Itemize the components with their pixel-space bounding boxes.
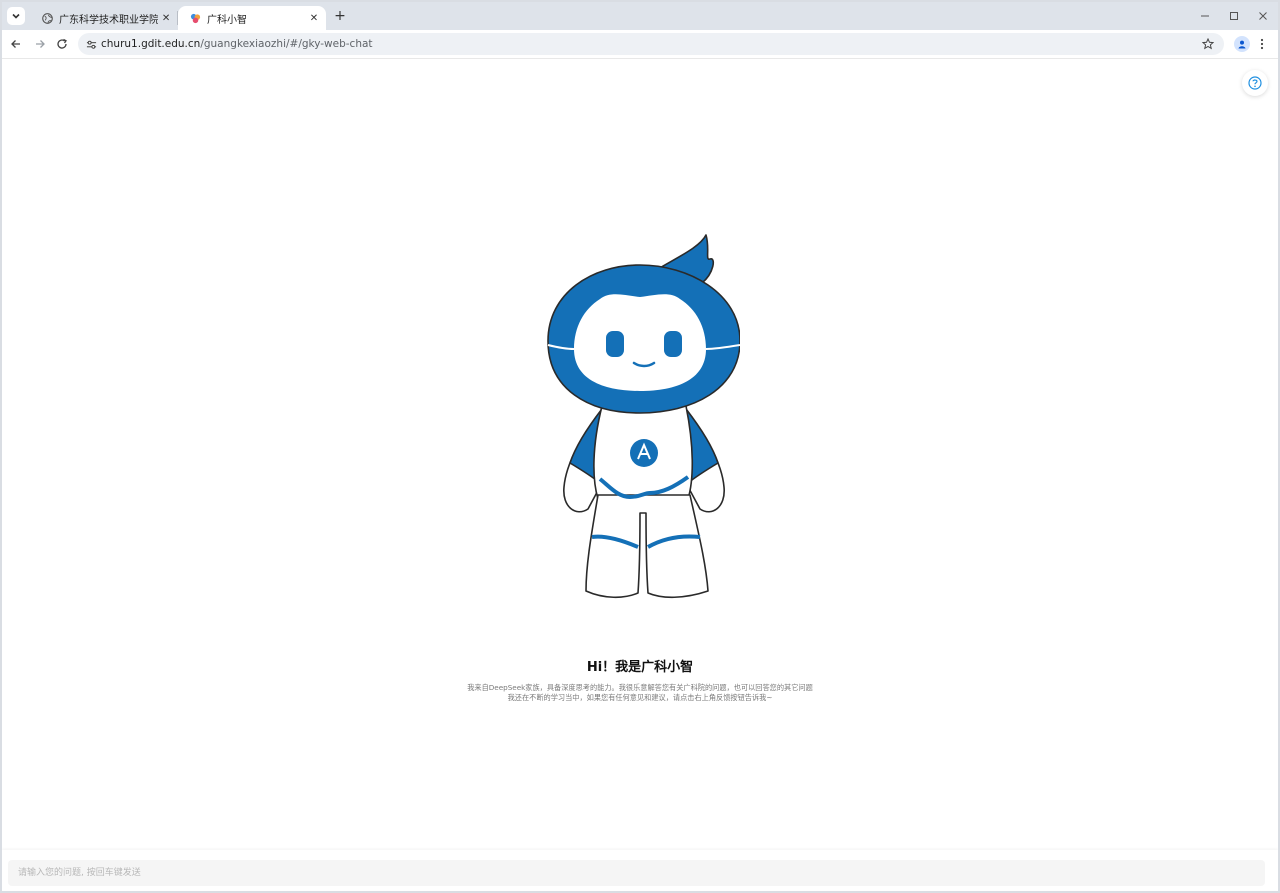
help-feedback-button[interactable]	[1242, 70, 1268, 96]
tab-search-button[interactable]	[7, 7, 25, 25]
mascot-robot-illustration	[547, 234, 740, 599]
browser-menu-icon[interactable]	[1256, 36, 1268, 52]
app-logo-icon	[190, 13, 201, 24]
tab-strip: 广东科学技术职业学院 ✕ 广科小智 ✕ +	[2, 2, 1278, 30]
minimize-icon[interactable]	[1196, 8, 1214, 24]
chat-page: Hi！我是广科小智 我来自DeepSeek家族，具备深度思考的能力。我很乐意解答…	[2, 59, 1278, 891]
profile-avatar-icon[interactable]	[1234, 36, 1250, 52]
browser-window: 广东科学技术职业学院 ✕ 广科小智 ✕ + churu1.gdit.edu.cn…	[2, 2, 1278, 891]
bookmark-star-icon[interactable]	[1200, 36, 1216, 52]
maximize-icon[interactable]	[1225, 8, 1243, 24]
globe-icon	[42, 12, 53, 24]
address-bar[interactable]: churu1.gdit.edu.cn/guangkexiaozhi/#/gky-…	[78, 33, 1224, 55]
greeting-title: Hi！我是广科小智	[586, 660, 694, 675]
tab-title: 广科小智	[207, 14, 247, 26]
back-arrow-icon[interactable]	[8, 36, 24, 52]
window-close-icon[interactable]	[1254, 8, 1272, 24]
new-tab-button[interactable]: +	[332, 8, 348, 24]
intro-line: 我来自DeepSeek家族，具备深度思考的能力。我很乐意解答您有关广科院的问题，…	[467, 683, 813, 692]
url-path: /guangkexiaozhi/#/gky-web-chat	[200, 38, 373, 50]
tab-close-icon[interactable]: ✕	[306, 10, 322, 26]
site-settings-icon[interactable]	[84, 37, 98, 51]
tab-close-icon[interactable]: ✕	[158, 10, 174, 26]
intro-text: 我来自DeepSeek家族，具备深度思考的能力。我很乐意解答您有关广科院的问题，…	[440, 683, 840, 702]
tab-title: 广东科学技术职业学院	[59, 14, 159, 26]
url-text: churu1.gdit.edu.cn/guangkexiaozhi/#/gky-…	[101, 36, 373, 52]
question-circle-icon	[1248, 76, 1262, 90]
chat-input-area	[2, 850, 1278, 891]
chat-input[interactable]	[8, 860, 1265, 886]
reload-icon[interactable]	[54, 36, 70, 52]
intro-line: 我还在不断的学习当中，如果您有任何意见和建议，请点击右上角反馈按钮告诉我~	[507, 692, 773, 702]
forward-arrow-icon[interactable]	[32, 36, 48, 52]
url-host: churu1.gdit.edu.cn	[101, 38, 201, 50]
chevron-down-icon	[12, 13, 20, 19]
browser-toolbar: churu1.gdit.edu.cn/guangkexiaozhi/#/gky-…	[2, 30, 1278, 59]
tab-guangkexiaozhi[interactable]: 广科小智 ✕	[178, 6, 326, 30]
tab-gdit-college[interactable]: 广东科学技术职业学院 ✕	[30, 6, 178, 30]
